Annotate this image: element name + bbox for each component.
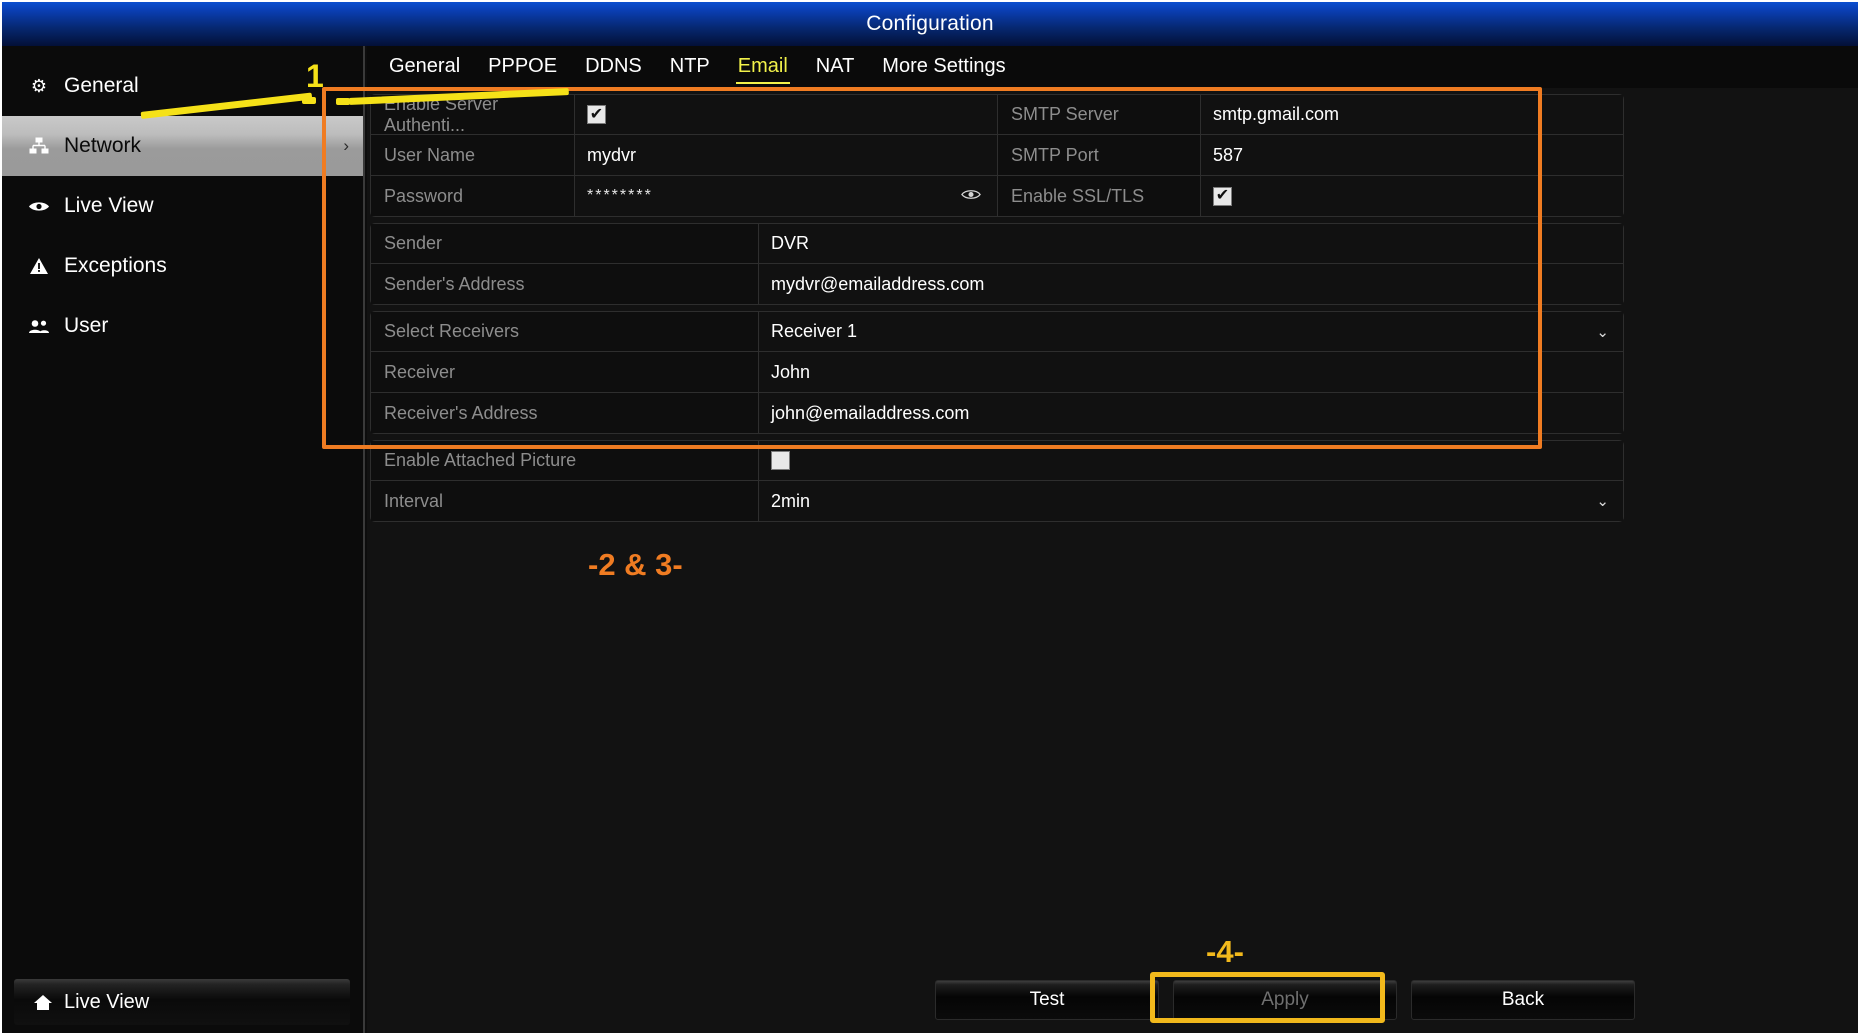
select-receivers-value: Receiver 1: [771, 321, 857, 342]
password-cell: ********: [575, 176, 997, 216]
chevron-down-icon[interactable]: ⌄: [1596, 323, 1609, 341]
table-row: Select Receivers Receiver 1 ⌄: [370, 311, 1624, 352]
enable-ssl-tls-cell: ✔: [1201, 176, 1623, 216]
enable-attached-picture-label: Enable Attached Picture: [371, 441, 759, 480]
gear-icon: ⚙: [22, 76, 56, 97]
smtp-server-label: SMTP Server: [997, 95, 1201, 134]
sidebar: ⚙ General Network › Live: [2, 46, 365, 1033]
smtp-server-input[interactable]: smtp.gmail.com: [1201, 95, 1623, 134]
smtp-port-label: SMTP Port: [997, 135, 1201, 175]
table-row: Enable Server Authenti... ✔ SMTP Server …: [370, 94, 1624, 135]
sidebar-item-label: Network: [64, 134, 141, 158]
annotation-step-4: -4-: [1206, 934, 1244, 970]
user-name-input[interactable]: mydvr: [575, 135, 997, 175]
tab-ddns[interactable]: DDNS: [571, 53, 656, 82]
home-icon: [28, 994, 58, 1011]
sidebar-item-live-view[interactable]: Live View: [2, 176, 363, 236]
senders-address-label: Sender's Address: [371, 264, 759, 304]
sidebar-item-label: User: [64, 314, 108, 338]
select-receivers-label: Select Receivers: [371, 312, 759, 351]
annotation-dash-right: [336, 98, 350, 105]
users-icon: [22, 319, 56, 334]
sidebar-item-user[interactable]: User: [2, 296, 363, 356]
tab-email[interactable]: Email: [724, 53, 802, 82]
window-titlebar: Configuration: [2, 2, 1858, 46]
form-group-receiver: Select Receivers Receiver 1 ⌄ Receiver J…: [370, 311, 1624, 434]
receiver-label: Receiver: [371, 352, 759, 392]
table-row: User Name mydvr SMTP Port 587: [370, 135, 1624, 176]
interval-cell[interactable]: 2min ⌄: [759, 481, 1623, 521]
eye-icon: [22, 200, 56, 213]
apply-button[interactable]: Apply: [1173, 980, 1397, 1020]
enable-attached-picture-checkbox[interactable]: [771, 451, 790, 470]
window-title: Configuration: [866, 12, 994, 36]
senders-address-input[interactable]: mydvr@emailaddress.com: [759, 264, 1623, 304]
tab-bar: General PPPOE DDNS NTP Email NAT More Se…: [367, 46, 1858, 88]
test-button[interactable]: Test: [935, 980, 1159, 1020]
annotation-step-2-3: -2 & 3-: [588, 547, 683, 583]
enable-attached-picture-cell: [759, 441, 1623, 480]
configuration-window: Configuration ⚙ General Network ›: [0, 0, 1860, 1035]
table-row: Interval 2min ⌄: [370, 481, 1624, 522]
interval-value: 2min: [771, 491, 810, 512]
user-name-label: User Name: [371, 135, 575, 175]
eye-icon[interactable]: [961, 186, 981, 206]
password-input[interactable]: ********: [587, 187, 653, 205]
tab-more-settings[interactable]: More Settings: [868, 53, 1019, 82]
chevron-right-icon: ›: [343, 136, 349, 156]
enable-server-auth-cell: ✔: [575, 95, 997, 134]
receivers-address-label: Receiver's Address: [371, 393, 759, 433]
table-row: Enable Attached Picture: [370, 440, 1624, 481]
tab-ntp[interactable]: NTP: [656, 53, 724, 82]
receivers-address-input[interactable]: john@emailaddress.com: [759, 393, 1623, 433]
button-bar: Test Apply Back: [367, 977, 1858, 1027]
table-row: Password ********: [370, 176, 1624, 217]
email-settings-form: Enable Server Authenti... ✔ SMTP Server …: [370, 94, 1624, 528]
form-group-authentication: Enable Server Authenti... ✔ SMTP Server …: [370, 94, 1624, 217]
sidebar-live-view-label: Live View: [64, 991, 149, 1014]
annotation-step-1: 1: [306, 58, 324, 95]
password-label: Password: [371, 176, 575, 216]
warning-icon: [22, 257, 56, 275]
select-receivers-cell[interactable]: Receiver 1 ⌄: [759, 312, 1623, 351]
annotation-dash-left: [302, 97, 316, 104]
tab-pppoe[interactable]: PPPOE: [474, 53, 571, 82]
form-group-attachment: Enable Attached Picture Interval 2min ⌄: [370, 440, 1624, 522]
sidebar-item-network[interactable]: Network ›: [2, 116, 363, 176]
table-row: Sender DVR: [370, 223, 1624, 264]
back-button[interactable]: Back: [1411, 980, 1635, 1020]
sidebar-live-view-button[interactable]: Live View: [14, 979, 350, 1025]
tab-general[interactable]: General: [375, 53, 474, 82]
network-icon: [22, 137, 56, 155]
sender-input[interactable]: DVR: [759, 224, 1623, 263]
receiver-input[interactable]: John: [759, 352, 1623, 392]
table-row: Receiver John: [370, 352, 1624, 393]
main-panel: General PPPOE DDNS NTP Email NAT More Se…: [367, 46, 1858, 1033]
sender-label: Sender: [371, 224, 759, 263]
tab-nat[interactable]: NAT: [802, 53, 869, 82]
smtp-port-input[interactable]: 587: [1201, 135, 1623, 175]
table-row: Sender's Address mydvr@emailaddress.com: [370, 264, 1624, 305]
interval-label: Interval: [371, 481, 759, 521]
sidebar-item-label: Exceptions: [64, 254, 167, 278]
sidebar-item-label: General: [64, 74, 139, 98]
chevron-down-icon[interactable]: ⌄: [1596, 492, 1609, 510]
enable-server-auth-checkbox[interactable]: ✔: [587, 105, 606, 124]
sidebar-item-label: Live View: [64, 194, 154, 218]
enable-ssl-tls-checkbox[interactable]: ✔: [1213, 187, 1232, 206]
table-row: Receiver's Address john@emailaddress.com: [370, 393, 1624, 434]
enable-ssl-tls-label: Enable SSL/TLS: [997, 176, 1201, 216]
form-group-sender: Sender DVR Sender's Address mydvr@emaila…: [370, 223, 1624, 305]
sidebar-item-exceptions[interactable]: Exceptions: [2, 236, 363, 296]
